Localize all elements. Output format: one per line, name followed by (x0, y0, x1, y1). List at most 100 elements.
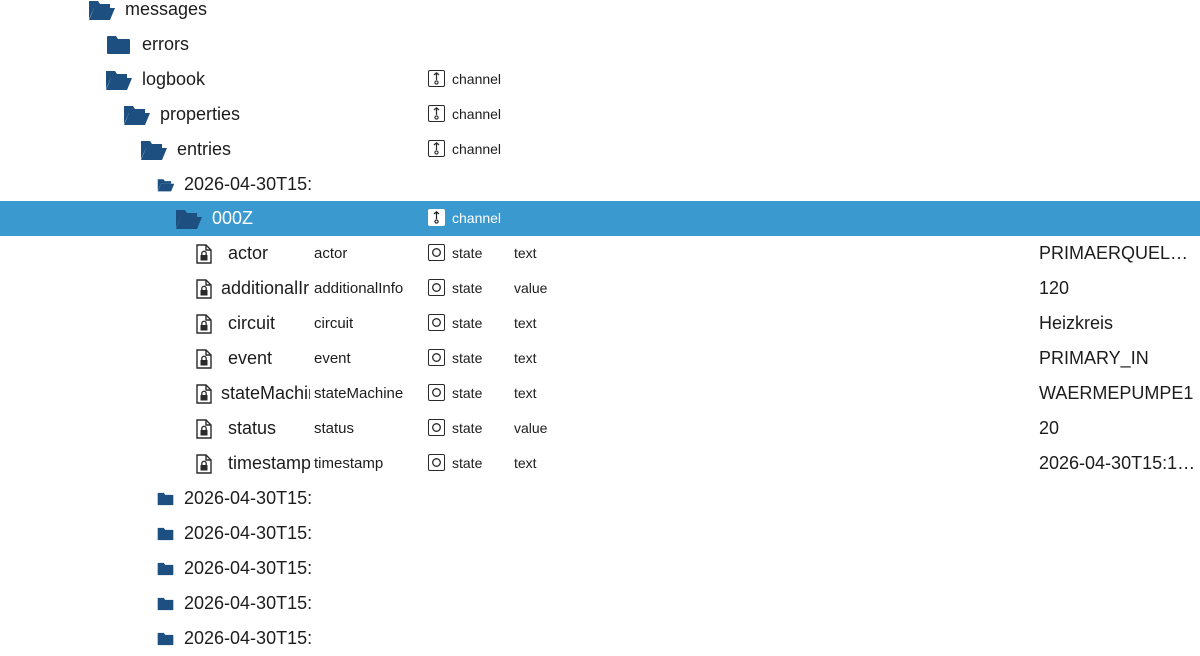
folder-closed-icon[interactable] (157, 516, 174, 551)
tree-label: stateMachir (221, 383, 310, 403)
state-icon (428, 454, 445, 471)
file-lock-icon[interactable] (196, 306, 212, 341)
channel-icon (428, 70, 445, 87)
tree-row-messages[interactable]: messages (0, 0, 1200, 27)
tree-row-properties[interactable]: properties channel (0, 97, 1200, 132)
common-name-label: event (314, 350, 351, 367)
role-label: text (514, 385, 537, 401)
channel-icon (428, 209, 445, 226)
file-lock-icon[interactable] (196, 376, 212, 411)
tree-label: 2026-04-30T15: (184, 523, 313, 543)
type-label: channel (452, 71, 502, 87)
state-icon (428, 349, 445, 366)
value-label[interactable]: PRIMARY_IN (1039, 341, 1197, 376)
tree-row-state[interactable]: circuit circuit state text Heizkreis (0, 306, 1200, 341)
file-lock-icon[interactable] (196, 236, 212, 271)
tree-label: 000Z (212, 208, 254, 228)
value-label[interactable]: PRIMAERQUELLE1 (1039, 236, 1197, 271)
tree-row-state[interactable]: timestamp timestamp state text 2026-04-3… (0, 446, 1200, 481)
common-name-label: status (314, 420, 355, 437)
type-label: state (452, 280, 483, 296)
tree-label: additionalIr (221, 278, 310, 298)
tree-label: circuit (228, 313, 276, 333)
role-label: value (514, 420, 548, 436)
folder-closed-icon[interactable] (106, 27, 131, 62)
role-label: text (514, 245, 537, 261)
folder-closed-icon[interactable] (157, 586, 174, 621)
type-label: channel (452, 106, 502, 122)
folder-open-icon[interactable] (157, 167, 175, 202)
tree-row-state[interactable]: status status state value 20 (0, 411, 1200, 446)
role-label: text (514, 350, 537, 366)
folder-open-icon[interactable] (140, 132, 168, 167)
value-label[interactable]: WAERMEPUMPE1 (1039, 376, 1197, 411)
common-name-label: circuit (314, 315, 354, 332)
common-name-label: actor (314, 245, 348, 262)
common-name-label: timestamp (314, 455, 384, 472)
tree-row-entry[interactable]: 2026-04-30T15: (0, 621, 1200, 656)
file-lock-icon[interactable] (196, 271, 212, 306)
value-label[interactable]: 20 (1039, 411, 1197, 446)
value-label[interactable]: 120 (1039, 271, 1197, 306)
state-icon (428, 384, 445, 401)
type-label: state (452, 350, 483, 366)
type-label: state (452, 420, 483, 436)
channel-icon (428, 140, 445, 157)
folder-open-icon[interactable] (175, 201, 203, 236)
tree-label: status (228, 418, 277, 438)
role-label: text (514, 315, 537, 331)
tree-label: logbook (142, 69, 206, 89)
tree-row-000z[interactable]: 000Z channel (0, 201, 1200, 236)
tree-row-state[interactable]: event event state text PRIMARY_IN (0, 341, 1200, 376)
tree-label: errors (142, 34, 190, 54)
tree-row-entries[interactable]: entries channel (0, 132, 1200, 167)
tree-label: 2026-04-30T15: (184, 593, 313, 613)
state-icon (428, 279, 445, 296)
type-label: state (452, 315, 483, 331)
tree-row-entry[interactable]: 2026-04-30T15: (0, 516, 1200, 551)
tree-label: timestamp (228, 453, 310, 473)
file-lock-icon[interactable] (196, 446, 212, 481)
tree-label: 2026-04-30T15: (184, 488, 313, 508)
folder-open-icon[interactable] (123, 97, 151, 132)
folder-closed-icon[interactable] (157, 621, 174, 656)
tree-row-entry[interactable]: 2026-04-30T15: (0, 481, 1200, 516)
type-label: state (452, 245, 483, 261)
tree-row-entry[interactable]: 2026-04-30T15: (0, 586, 1200, 621)
type-label: state (452, 455, 483, 471)
type-label: state (452, 385, 483, 401)
tree-row-state[interactable]: actor actor state text PRIMAERQUELLE1 (0, 236, 1200, 271)
common-name-label: additionalInfo (314, 280, 404, 297)
tree-row-state[interactable]: additionalIr additionalInfo state value … (0, 271, 1200, 306)
value-label[interactable]: Heizkreis (1039, 306, 1197, 341)
folder-closed-icon[interactable] (157, 551, 174, 586)
tree-row-logbook[interactable]: logbook channel (0, 62, 1200, 97)
tree-row-entry[interactable]: 2026-04-30T15: (0, 167, 1200, 202)
tree-label: properties (160, 104, 241, 124)
tree-row-errors[interactable]: errors (0, 27, 1200, 62)
type-label: channel (452, 210, 502, 226)
role-label: value (514, 280, 548, 296)
tree-label: event (228, 348, 273, 368)
file-lock-icon[interactable] (196, 341, 212, 376)
tree-label: entries (177, 139, 232, 159)
type-label: channel (452, 141, 502, 157)
file-lock-icon[interactable] (196, 411, 212, 446)
tree-label: messages (125, 0, 208, 19)
tree-label: 2026-04-30T15: (184, 174, 313, 194)
state-icon (428, 419, 445, 436)
role-label: text (514, 455, 537, 471)
folder-closed-icon[interactable] (157, 481, 174, 516)
value-label[interactable]: 2026-04-30T15:1… (1039, 446, 1197, 481)
common-name-label: stateMachine (314, 385, 404, 402)
state-icon (428, 314, 445, 331)
folder-open-icon[interactable] (88, 0, 116, 27)
tree-label: 2026-04-30T15: (184, 558, 313, 578)
tree-row-entry[interactable]: 2026-04-30T15: (0, 551, 1200, 586)
tree-row-state[interactable]: stateMachir stateMachine state text WAER… (0, 376, 1200, 411)
folder-open-icon[interactable] (105, 62, 133, 97)
tree-label: actor (228, 243, 269, 263)
channel-icon (428, 105, 445, 122)
state-icon (428, 244, 445, 261)
tree-label: 2026-04-30T15: (184, 628, 313, 648)
